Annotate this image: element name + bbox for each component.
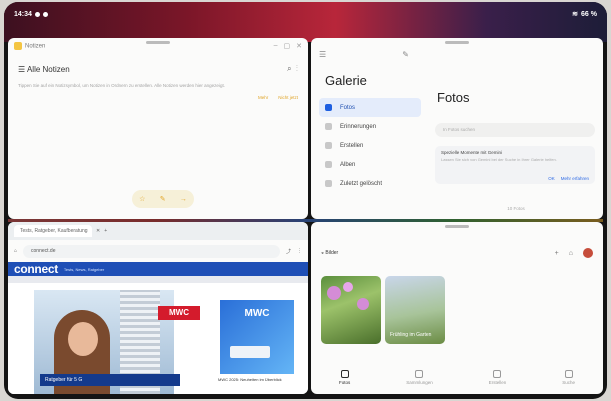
tab-label: Sammlungen <box>406 379 433 385</box>
tab-label: Suche <box>562 379 575 385</box>
create-icon <box>325 142 332 149</box>
tab-label: Tests, Ratgeber, Kaufberatung <box>20 228 88 234</box>
notes-toolbar: ☆ ✎ → <box>132 190 194 208</box>
notes-more-link[interactable]: Mehr <box>258 95 268 100</box>
gallery-sidebar: ☰ ✎ Galerie Fotos Erinnerungen Erstellen … <box>311 38 423 219</box>
wifi-icon: ≋ <box>572 11 579 18</box>
avatar[interactable] <box>583 248 593 258</box>
mwc-banner[interactable]: MWC <box>158 306 200 320</box>
search-icon <box>564 369 573 378</box>
create-icon <box>493 369 502 378</box>
card-ok-button[interactable]: OK <box>548 176 555 181</box>
close-tab-icon[interactable]: ✕ <box>96 228 100 234</box>
tab-create[interactable]: Erstellen <box>488 369 507 385</box>
photos-bottom-nav: Fotos Sammlungen Erstellen Suche <box>311 364 603 390</box>
tab-search[interactable]: Suche <box>562 369 575 385</box>
battery-level: 66 % <box>581 10 597 18</box>
pen-icon[interactable]: ✎ <box>160 195 166 203</box>
gallery-search-input[interactable]: In Fotos suchen <box>435 123 595 137</box>
sidebar-item-photos[interactable]: Fotos <box>319 98 421 117</box>
photos-title: Bilder <box>325 250 339 256</box>
mwc-teaser-label: MWC <box>244 308 270 319</box>
home-icon[interactable]: ⌂ <box>14 248 17 254</box>
photos-icon <box>325 104 332 111</box>
notes-app-title: Notizen <box>25 43 46 50</box>
sidebar-item-label: Fotos <box>340 104 356 111</box>
maximize-icon[interactable]: ▢ <box>284 42 291 50</box>
photo-label: Frühling im Garten <box>390 332 432 338</box>
site-tagline: Tests, News, Ratgeber <box>63 266 105 272</box>
albums-icon <box>325 161 332 168</box>
sidebar-toggle-icon[interactable]: ☰ <box>319 50 326 59</box>
browser-tab[interactable]: Tests, Ratgeber, Kaufberatung <box>14 225 92 237</box>
edit-icon[interactable]: ✎ <box>402 50 409 59</box>
star-icon[interactable]: ☆ <box>139 195 145 203</box>
gallery-main: Fotos In Fotos suchen Spezielle Momente … <box>429 38 603 219</box>
memories-icon <box>325 123 332 130</box>
gallery-title: Galerie <box>325 73 367 88</box>
browser-urlbar: ⌂ connect.de ⤴ ⋮ <box>8 240 308 262</box>
gallery-main-title: Fotos <box>437 90 470 105</box>
card-more-button[interactable]: Mehr erfahren <box>561 176 589 181</box>
share-icon[interactable]: ⤴ <box>286 248 291 255</box>
photos-tab-icon <box>340 369 349 378</box>
notes-window[interactable]: Notizen – ▢ ✕ ☰ Alle Notizen ⌕ ⋮ Tippen Si… <box>8 38 308 219</box>
notification-icon[interactable]: ⌂ <box>569 250 573 257</box>
card-title: Spezielle Momente mit Gemini <box>441 150 503 155</box>
sidebar-item-label: Zuletzt gelöscht <box>340 180 383 187</box>
close-icon[interactable]: ✕ <box>296 42 302 50</box>
notes-dismiss-link[interactable]: Nicht jetzt <box>278 95 298 100</box>
tab-label: Erstellen <box>488 379 507 385</box>
sidebar-item-trash[interactable]: Zuletzt gelöscht <box>319 174 421 193</box>
minimize-icon[interactable]: – <box>274 42 278 50</box>
photo-count: 10 Fotos <box>507 206 525 211</box>
notes-app-icon <box>14 42 22 50</box>
photo-thumbnail[interactable]: Frühling im Garten <box>385 276 445 344</box>
sidebar-item-create[interactable]: Erstellen <box>319 136 421 155</box>
notes-hint: Tippen Sie auf ein Notizsymbol, um Notiz… <box>18 83 225 88</box>
face-image <box>68 322 98 356</box>
status-bar: 14:34 ≋ 66 % <box>14 7 597 21</box>
browser-tabbar: Tests, Ratgeber, Kaufberatung ✕ + <box>8 222 308 240</box>
tab-collections[interactable]: Sammlungen <box>406 369 433 385</box>
sidebar-item-memories[interactable]: Erinnerungen <box>319 117 421 136</box>
browser-window[interactable]: Tests, Ratgeber, Kaufberatung ✕ + ⌂ conn… <box>8 222 308 394</box>
sidebar-item-label: Erstellen <box>340 142 364 149</box>
more-icon[interactable]: ⋮ <box>296 64 298 73</box>
product-image <box>230 346 270 358</box>
notification-icon <box>34 11 40 17</box>
gemini-card: Spezielle Momente mit Gemini Lassen Sie … <box>435 146 595 184</box>
site-header: connect Tests, News, Ratgeber <box>8 262 308 276</box>
ad-banner[interactable]: Ratgeber für 5 G <box>40 374 180 386</box>
status-time: 14:34 <box>14 10 32 18</box>
photo-thumbnail[interactable] <box>321 276 381 344</box>
device-screen: 14:34 ≋ 66 % Notizen – ▢ ✕ ☰ Alle Notizen … <box>4 2 607 399</box>
sidebar-item-label: Erinnerungen <box>340 123 377 130</box>
notes-list-title: Alle Notizen <box>26 64 70 74</box>
search-icon[interactable]: ⌕ <box>287 64 291 73</box>
address-bar[interactable]: connect.de <box>23 244 280 258</box>
arrow-icon[interactable]: → <box>180 196 187 203</box>
gallery-window[interactable]: ☰ ✎ Galerie Fotos Erinnerungen Erstellen … <box>311 38 603 219</box>
photos-window[interactable]: ◒ Bilder + ⌂ Frühling im Garten Fotos Sam… <box>311 222 603 394</box>
tab-photos[interactable]: Fotos <box>338 369 351 385</box>
sidebar-item-albums[interactable]: Alben <box>319 155 421 174</box>
webpage: connect Tests, News, Ratgeber MWC MWC MW… <box>8 262 308 394</box>
mwc-teaser[interactable]: MWC <box>220 300 294 374</box>
sidebar-item-label: Alben <box>340 161 356 168</box>
menu-icon[interactable]: ☰ <box>18 65 27 74</box>
collections-icon <box>415 369 424 378</box>
card-body: Lassen Sie sich von Gemini bei der Suche… <box>441 157 557 162</box>
tab-label: Fotos <box>338 379 351 385</box>
window-handle[interactable] <box>146 41 170 44</box>
new-tab-icon[interactable]: + <box>104 228 107 234</box>
menu-icon[interactable]: ⋮ <box>297 248 302 254</box>
add-icon[interactable]: + <box>555 250 559 257</box>
news-headline[interactable]: MWC 2025: Neuheiten im Überblick <box>218 377 292 383</box>
settings-icon <box>42 11 48 17</box>
site-nav[interactable] <box>8 276 308 283</box>
window-handle[interactable] <box>445 225 469 228</box>
site-logo[interactable]: connect <box>14 262 58 276</box>
trash-icon <box>325 180 332 187</box>
